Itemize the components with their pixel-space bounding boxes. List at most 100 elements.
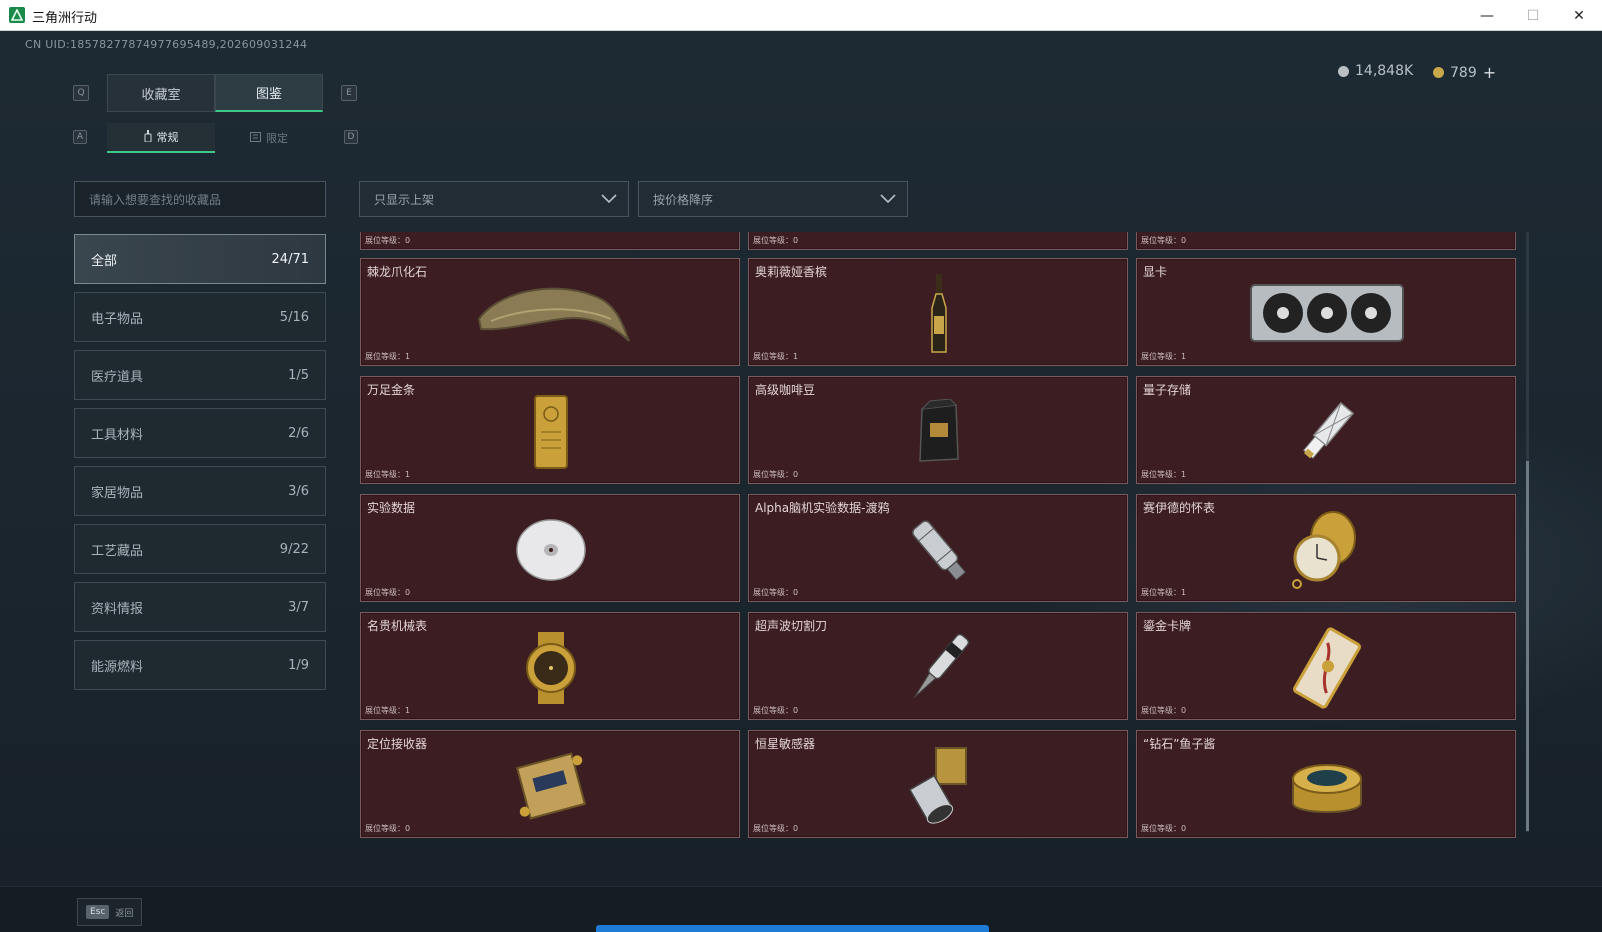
category-label: 工具材料: [91, 427, 144, 443]
key-hint-a: A: [73, 130, 87, 144]
champagne-icon: [859, 271, 1019, 357]
item-name: 实验数据: [367, 501, 416, 515]
item-card[interactable]: 定位接收器 展位等级：0: [360, 730, 740, 838]
maximize-button[interactable]: ☐: [1510, 0, 1556, 31]
currency-silver-value: 14,848K: [1355, 63, 1414, 79]
frame-icon: [250, 131, 261, 145]
category-electronics[interactable]: 电子物品 5/16: [74, 292, 326, 342]
item-level: 展位等级：1: [1141, 352, 1187, 361]
category-household[interactable]: 家居物品 3/6: [74, 466, 326, 516]
item-level: 展位等级：0: [365, 824, 411, 833]
caviar-tin-icon: [1247, 743, 1407, 829]
item-name: 超声波切割刀: [755, 619, 828, 633]
item-card-partial[interactable]: 展位等级：0: [748, 232, 1128, 250]
item-card[interactable]: 量子存储 展位等级：1: [1136, 376, 1516, 484]
item-card[interactable]: 赛伊德的怀表 展位等级：1: [1136, 494, 1516, 602]
item-card[interactable]: 名贵机械表 展位等级：1: [360, 612, 740, 720]
item-card-partial[interactable]: 展位等级：0: [1136, 232, 1516, 250]
item-level: 展位等级：0: [753, 824, 799, 833]
item-level: 展位等级：1: [365, 470, 411, 479]
back-button[interactable]: Esc 返回: [77, 898, 143, 926]
item-grid: 展位等级：0 展位等级：0 展位等级：0 棘龙爪化石 展位等级：1 奥莉薇娅香槟…: [360, 232, 1518, 862]
locator-receiver-icon: [471, 743, 631, 829]
sort-dropdown[interactable]: 按价格降序: [638, 181, 908, 217]
item-card[interactable]: 恒星敏感器 展位等级：0: [748, 730, 1128, 838]
category-count: 1/5: [288, 367, 309, 383]
item-level: 展位等级：1: [365, 352, 411, 361]
item-level: 展位等级：0: [753, 588, 799, 597]
title-bar: 三角洲行动 — ☐ ✕: [0, 0, 1602, 31]
shelf-filter-value: 只显示上架: [374, 192, 435, 207]
tab-catalog[interactable]: 图鉴: [215, 74, 323, 112]
item-level: 展位等级：1: [1141, 588, 1187, 597]
chevron-down-icon: [600, 192, 618, 209]
item-level: 展位等级：0: [365, 588, 411, 597]
category-energy[interactable]: 能源燃料 1/9: [74, 640, 326, 690]
key-hint-d: D: [344, 130, 358, 144]
data-canister-icon: [859, 507, 1019, 593]
shelf-filter-dropdown[interactable]: 只显示上架: [359, 181, 629, 217]
category-label: 家居物品: [91, 485, 144, 501]
taskbar-strip: [596, 925, 989, 932]
item-card[interactable]: 鎏金卡牌 展位等级：0: [1136, 612, 1516, 720]
esc-key-hint: Esc: [86, 905, 110, 919]
key-hint-q: Q: [73, 85, 89, 101]
item-card[interactable]: Alpha脑机实验数据-渡鸦 展位等级：0: [748, 494, 1128, 602]
subtab-regular[interactable]: 常规: [107, 123, 215, 153]
category-crafts[interactable]: 工艺藏品 9/22: [74, 524, 326, 574]
bottle-icon: [144, 129, 152, 145]
star-sensor-icon: [859, 743, 1019, 829]
category-all[interactable]: 全部 24/71: [74, 234, 326, 284]
category-intel[interactable]: 资料情报 3/7: [74, 582, 326, 632]
ultrasonic-cutter-icon: [859, 625, 1019, 711]
app-window: 三角洲行动 — ☐ ✕ CN UID:18578277874977695489,…: [0, 0, 1602, 932]
gilded-card-icon: [1247, 625, 1407, 711]
category-medical[interactable]: 医疗道具 1/5: [74, 350, 326, 400]
chevron-down-icon: [879, 192, 897, 209]
item-card[interactable]: 高级咖啡豆 展位等级：0: [748, 376, 1128, 484]
category-label: 医疗道具: [91, 369, 144, 385]
category-label: 全部: [91, 253, 118, 269]
item-name: “钻石”鱼子酱: [1143, 737, 1216, 751]
item-card-partial[interactable]: 展位等级：0: [360, 232, 740, 250]
item-level: 展位等级：0: [1141, 824, 1187, 833]
category-count: 2/6: [288, 425, 309, 441]
item-name: 鎏金卡牌: [1143, 619, 1192, 633]
subtab-limited[interactable]: 限定: [215, 123, 323, 153]
category-tools[interactable]: 工具材料 2/6: [74, 408, 326, 458]
window-title: 三角洲行动: [32, 11, 98, 26]
subtab-limited-label: 限定: [266, 132, 288, 145]
category-count: 5/16: [279, 309, 309, 325]
item-card[interactable]: 奥莉薇娅香槟 展位等级：1: [748, 258, 1128, 366]
minimize-button[interactable]: —: [1464, 0, 1510, 31]
category-label: 能源燃料: [91, 659, 144, 675]
item-level: 展位等级：0: [1141, 236, 1187, 245]
item-card[interactable]: 超声波切割刀 展位等级：0: [748, 612, 1128, 720]
item-name: 棘龙爪化石: [367, 265, 428, 279]
add-currency-button[interactable]: +: [1483, 63, 1496, 82]
item-card[interactable]: 万足金条 展位等级：1: [360, 376, 740, 484]
search-input[interactable]: 请输入想要查找的收藏品: [74, 181, 326, 217]
item-level: 展位等级：1: [753, 352, 799, 361]
item-level: 展位等级：0: [365, 236, 411, 245]
item-card[interactable]: 棘龙爪化石 展位等级：1: [360, 258, 740, 366]
coffee-bag-icon: [859, 389, 1019, 475]
item-card[interactable]: 显卡 展位等级：1: [1136, 258, 1516, 366]
silver-coin-icon: [1338, 65, 1349, 77]
key-hint-e: E: [341, 85, 357, 101]
item-card[interactable]: 实验数据 展位等级：0: [360, 494, 740, 602]
wristwatch-icon: [471, 625, 631, 711]
category-count: 3/7: [288, 599, 309, 615]
tab-collection-room[interactable]: 收藏室: [107, 74, 215, 112]
sort-value: 按价格降序: [653, 192, 714, 207]
close-button[interactable]: ✕: [1556, 0, 1602, 31]
category-label: 电子物品: [91, 311, 144, 327]
item-name: 高级咖啡豆: [755, 383, 816, 397]
category-count: 3/6: [288, 483, 309, 499]
app-logo-icon: [9, 7, 25, 23]
quantum-storage-icon: [1247, 389, 1407, 475]
uid-label: CN UID:18578277874977695489,202609031244: [25, 38, 308, 51]
item-card[interactable]: “钻石”鱼子酱 展位等级：0: [1136, 730, 1516, 838]
graphics-card-icon: [1247, 271, 1407, 357]
grid-scrollbar-thumb[interactable]: [1526, 461, 1529, 831]
